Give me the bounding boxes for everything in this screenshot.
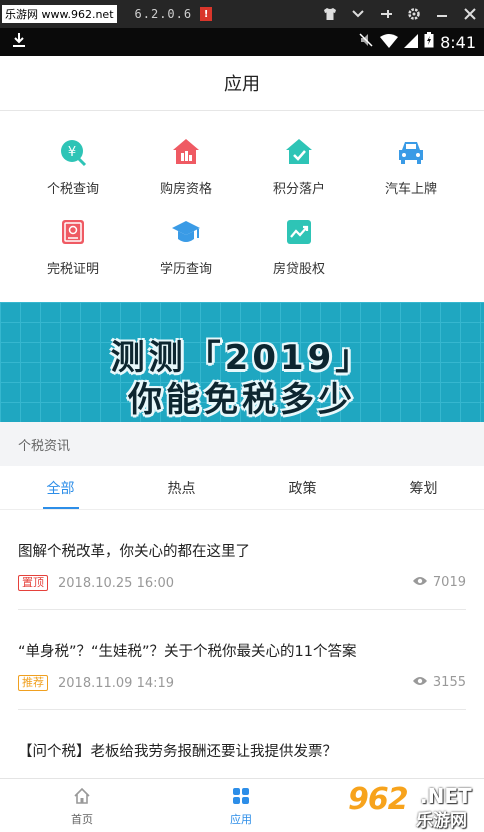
app-header: 应用 (0, 56, 484, 111)
watermark-number: 962 (348, 782, 409, 817)
close-icon[interactable] (456, 0, 484, 28)
news-meta: 推荐 2018.11.09 14:19 (18, 675, 174, 691)
page-title: 应用 (224, 74, 260, 95)
battery-icon (424, 32, 434, 52)
home-check-icon (279, 132, 319, 172)
shirt-icon[interactable] (316, 0, 344, 28)
tab-planning[interactable]: 筹划 (363, 466, 484, 509)
list-item[interactable]: “单身税”？“生娃税”？关于个税你最关心的11个答案 推荐 2018.11.09… (18, 610, 466, 710)
nav-apps[interactable]: 应用 (211, 787, 271, 827)
apps-grid-icon (232, 787, 250, 809)
site-watermark: 乐游网 www.962.net (2, 5, 117, 23)
promo-banner[interactable]: 测测「2019」 你能免税多少 (0, 302, 484, 422)
alert-icon[interactable]: ! (200, 7, 213, 21)
tab-policy[interactable]: 政策 (242, 466, 363, 509)
app-tax-certificate[interactable]: 完税证明 (18, 212, 128, 282)
watermark-site-name: 乐游网 (416, 811, 467, 831)
app-label: 房贷股权 (272, 262, 325, 277)
minimize-icon[interactable] (428, 0, 456, 28)
emulator-title-bar: 乐游网 www.962.net 6.2.0.6 ! (0, 0, 484, 28)
app-education-query[interactable]: 学历查询 (131, 212, 241, 282)
app-label: 学历查询 (159, 262, 212, 277)
app-label: 完税证明 (46, 262, 99, 277)
wifi-icon (380, 33, 399, 52)
certificate-icon (53, 212, 93, 252)
app-tax-query[interactable]: ¥ 个税查询 (18, 132, 128, 202)
app-grid: ¥ 个税查询 购房资格 积分落户 汽车上牌 完税证明 学历查询 房贷股权 (0, 112, 484, 302)
graduation-cap-icon (166, 212, 206, 252)
view-count: 3155 (412, 675, 466, 690)
banner-subheadline: 你能免税多少 (128, 380, 356, 420)
nav-home-label: 首页 (71, 813, 93, 826)
trend-chart-icon (279, 212, 319, 252)
home-icon (73, 787, 91, 809)
section-title: 个税资讯 (18, 438, 71, 454)
eye-icon (412, 575, 428, 590)
svg-text:¥: ¥ (68, 145, 76, 160)
app-points-settlement[interactable]: 积分落户 (244, 132, 354, 202)
news-title: 【问个税】老板给我劳务报酬还要让我提供发票？ (18, 744, 337, 760)
news-list: 图解个税改革，你关心的都在这里了 置顶 2018.10.25 16:00 701… (0, 510, 484, 778)
recommended-badge: 推荐 (18, 675, 48, 691)
pinned-badge: 置顶 (18, 575, 48, 591)
app-car-license[interactable]: 汽车上牌 (356, 132, 466, 202)
app-label: 积分落户 (272, 182, 325, 197)
view-count-value: 3155 (432, 675, 466, 690)
app-label: 个税查询 (46, 182, 99, 197)
app-mortgage-equity[interactable]: 房贷股权 (244, 212, 354, 282)
status-bar: 8:41 (0, 28, 484, 56)
signal-icon (404, 33, 419, 52)
site-watermark-logo: 962 .NET 乐游网 (344, 782, 480, 831)
clock: 8:41 (440, 32, 476, 52)
app-label: 汽车上牌 (384, 182, 437, 197)
eye-icon (412, 675, 428, 690)
app-label: 购房资格 (159, 182, 212, 197)
watermark-domain: .NET (420, 784, 472, 808)
car-icon (391, 132, 431, 172)
nav-apps-label: 应用 (230, 813, 252, 826)
yuan-search-icon: ¥ (53, 132, 93, 172)
pin-icon[interactable] (372, 0, 400, 28)
list-item[interactable]: 【问个税】老板给我劳务报酬还要让我提供发票？ (18, 710, 466, 778)
news-time: 2018.11.09 14:19 (58, 675, 175, 691)
tab-all[interactable]: 全部 (0, 466, 121, 509)
news-title: 图解个税改革，你关心的都在这里了 (18, 544, 250, 560)
gear-icon[interactable] (400, 0, 428, 28)
list-item[interactable]: 图解个税改革，你关心的都在这里了 置顶 2018.10.25 16:00 701… (18, 510, 466, 610)
tab-hot[interactable]: 热点 (121, 466, 242, 509)
view-count-value: 7019 (432, 575, 466, 590)
news-time: 2018.10.25 16:00 (58, 575, 175, 591)
chevron-down-icon[interactable] (344, 0, 372, 28)
house-icon (166, 132, 206, 172)
view-count: 7019 (412, 575, 466, 590)
nav-home[interactable]: 首页 (52, 787, 112, 827)
app-house-qualification[interactable]: 购房资格 (131, 132, 241, 202)
news-tabs: 全部 热点 政策 筹划 (0, 466, 484, 510)
emulator-version: 6.2.0.6 (134, 7, 193, 21)
news-meta: 置顶 2018.10.25 16:00 (18, 575, 174, 591)
download-icon (12, 32, 26, 52)
mute-icon (358, 32, 374, 52)
section-header: 个税资讯 (0, 422, 484, 466)
news-title: “单身税”？“生娃税”？关于个税你最关心的11个答案 (18, 644, 357, 660)
